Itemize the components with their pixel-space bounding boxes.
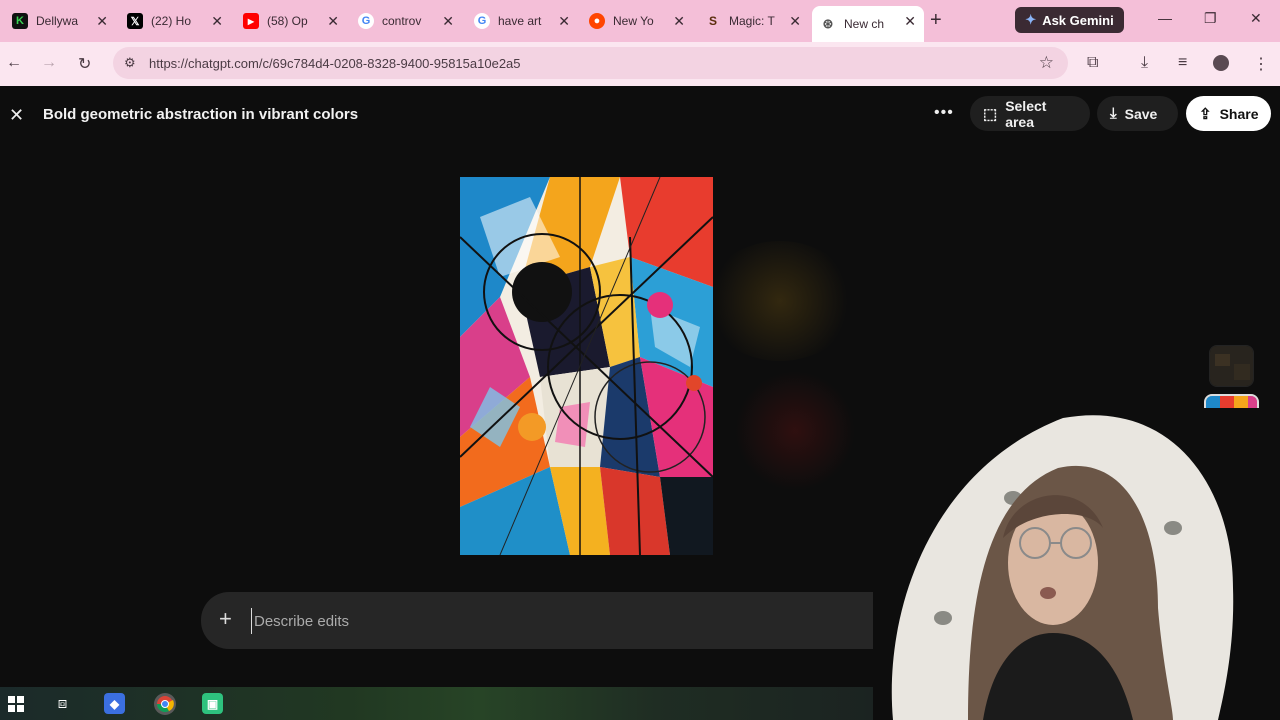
reddit-icon: ● [589,13,605,29]
chrome-icon[interactable] [154,693,176,715]
browser-tab-reddit[interactable]: ● New Yo ✕ [581,6,693,36]
tab-title: New Yo [613,14,654,28]
close-tab-icon[interactable]: ✕ [211,13,223,30]
close-tab-icon[interactable]: ✕ [442,13,454,30]
browser-menu-icon[interactable]: ⋮ [1253,54,1269,74]
tab-title: (58) Op [267,14,308,28]
background-glow [735,371,855,491]
media-control-icon[interactable]: ≡ [1178,54,1187,72]
dellywa-k-icon: K [12,13,28,29]
share-button[interactable]: ⇪ Share [1186,96,1271,131]
bookmark-star-icon[interactable]: ☆ [1039,53,1054,73]
browser-tab-x[interactable]: 𝕏 (22) Ho ✕ [119,6,231,36]
select-area-icon: ⬚ [983,105,998,123]
share-label: Share [1219,105,1259,122]
new-tab-icon[interactable]: + [930,9,942,32]
scryfall-icon: S [708,14,717,28]
close-tab-icon[interactable]: ✕ [327,13,339,30]
ask-gemini-label: Ask Gemini [1042,12,1114,28]
more-options-icon[interactable]: ••• [934,104,954,122]
describe-edits-input[interactable] [251,608,751,634]
chatgpt-icon: ⊛ [822,16,834,31]
close-tab-icon[interactable]: ✕ [96,13,108,30]
close-editor-icon[interactable]: ✕ [9,105,24,126]
browser-tab-google-2[interactable]: G have art ✕ [466,6,578,36]
roblox-icon[interactable]: ◆ [104,693,125,714]
google-icon: G [474,13,490,29]
forward-icon[interactable]: → [41,54,57,72]
generated-artwork[interactable] [460,177,713,555]
extensions-icon[interactable]: ⧉ [1087,54,1098,72]
tab-title: controv [382,14,422,28]
download-icon[interactable]: ⤓ [1141,54,1148,72]
close-tab-icon[interactable]: ✕ [904,13,916,30]
image-title: Bold geometric abstraction in vibrant co… [43,106,359,123]
close-tab-icon[interactable]: ✕ [673,13,685,30]
ask-gemini-button[interactable]: ✦ Ask Gemini [1015,7,1124,33]
tab-title: Magic: T [729,14,775,28]
browser-tab-strip: K Dellywa ✕ 𝕏 (22) Ho ✕ ▶ (58) Op ✕ G co… [0,0,1280,42]
address-bar[interactable]: ⚙ https://chatgpt.com/c/69c784d4-0208-83… [113,47,1068,79]
share-icon: ⇪ [1199,105,1212,123]
restore-icon[interactable]: ❐ [1204,10,1217,27]
background-glow [705,241,855,361]
app-icon[interactable]: ▣ [202,693,223,714]
add-attachment-icon[interactable]: + [219,606,232,632]
select-area-label: Select area [1005,97,1047,130]
browser-tab-scryfall[interactable]: S Magic: T ✕ [697,6,809,36]
save-label: Save [1124,105,1158,122]
minimize-icon[interactable]: — [1158,10,1172,26]
tab-title: have art [498,14,542,28]
back-icon[interactable]: ← [6,54,22,72]
site-info-icon[interactable]: ⚙ [124,55,136,71]
close-tab-icon[interactable]: ✕ [789,13,801,30]
save-button[interactable]: ⤓ Save [1097,96,1178,131]
windows-start-icon[interactable] [5,693,26,714]
browser-tab-chatgpt[interactable]: ⊛ New ch ✕ [812,6,924,42]
task-view-icon[interactable]: ⧈ [52,693,73,714]
window-close-icon[interactable]: ✕ [1250,10,1262,27]
image-version-thumbnail[interactable] [1209,345,1254,387]
windows-taskbar: ⧈ ◆ ▣ [0,687,873,720]
browser-tab-dellywa[interactable]: K Dellywa ✕ [4,6,116,36]
gemini-sparkle-icon: ✦ [1025,12,1037,27]
select-area-button[interactable]: ⬚ Select area [970,96,1090,131]
youtube-icon: ▶ [243,13,259,29]
webcam-overlay [873,408,1280,720]
download-icon: ⤓ [1110,105,1117,122]
profile-avatar[interactable] [1213,55,1229,71]
tab-title: (22) Ho [151,14,192,28]
close-tab-icon[interactable]: ✕ [558,13,570,30]
google-icon: G [358,13,374,29]
x-logo-icon: 𝕏 [127,13,143,29]
tab-title: New ch [844,17,885,31]
browser-tab-youtube[interactable]: ▶ (58) Op ✕ [235,6,347,36]
browser-toolbar: ← → ↻ ⚙ https://chatgpt.com/c/69c784d4-0… [0,42,1280,86]
browser-tab-google-1[interactable]: G controv ✕ [350,6,462,36]
url-text: https://chatgpt.com/c/69c784d4-0208-8328… [149,55,521,71]
reload-icon[interactable]: ↻ [78,54,91,74]
tab-title: Dellywa [36,14,79,28]
